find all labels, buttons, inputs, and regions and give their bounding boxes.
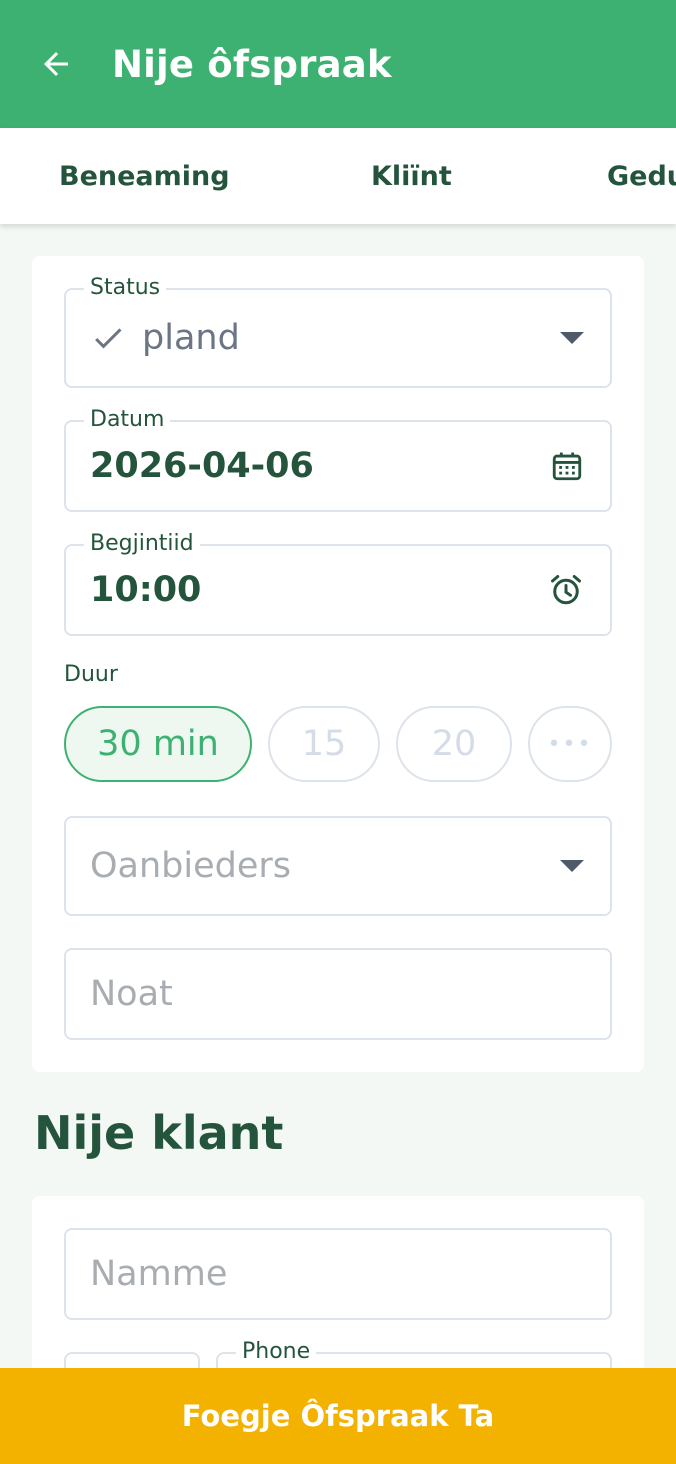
calendar-icon[interactable] — [550, 449, 584, 483]
caret-down-icon — [560, 332, 584, 344]
name-input[interactable]: Namme — [64, 1228, 612, 1320]
tab-bar: Beneaming Kliïnt Gedu — [0, 128, 676, 224]
new-client-card: Namme Phone — [32, 1196, 644, 1412]
note-input[interactable]: Noat — [64, 948, 612, 1040]
tab-beneaming[interactable]: Beneaming — [59, 128, 230, 224]
page-title: Nije ôfspraak — [112, 42, 392, 86]
date-value: 2026-04-06 — [90, 446, 314, 486]
tab-kliint[interactable]: Kliïnt — [371, 128, 452, 224]
status-select[interactable]: Status pland — [64, 274, 612, 388]
status-value: pland — [142, 318, 240, 358]
note-placeholder: Noat — [90, 974, 173, 1014]
appointment-card: Status pland Datum 2026-04-06 Begjintiid… — [32, 256, 644, 1072]
duration-chip-30[interactable]: 30 min — [64, 706, 252, 782]
duration-more-button[interactable]: ••• — [528, 706, 612, 782]
new-client-title: Nije klant — [34, 1106, 284, 1160]
duration-chip-15[interactable]: 15 — [268, 706, 380, 782]
check-icon — [95, 328, 122, 349]
start-time-value: 10:00 — [90, 570, 202, 610]
caret-down-icon — [560, 860, 584, 872]
tab-gedu[interactable]: Gedu — [607, 128, 676, 224]
start-time-field[interactable]: Begjintiid 10:00 — [64, 530, 612, 636]
duration-label: Duur — [64, 662, 118, 687]
app-bar: Nije ôfspraak — [0, 0, 676, 128]
duration-chip-20[interactable]: 20 — [396, 706, 512, 782]
date-field[interactable]: Datum 2026-04-06 — [64, 406, 612, 512]
providers-placeholder: Oanbieders — [90, 846, 292, 886]
phone-label: Phone — [236, 1338, 317, 1366]
alarm-clock-icon[interactable] — [548, 572, 584, 608]
back-button[interactable] — [36, 44, 76, 84]
add-appointment-button[interactable]: Foegje Ôfspraak Ta — [0, 1368, 676, 1464]
name-placeholder: Namme — [90, 1254, 228, 1294]
arrow-left-icon — [44, 52, 68, 76]
providers-select[interactable]: Oanbieders — [64, 816, 612, 916]
